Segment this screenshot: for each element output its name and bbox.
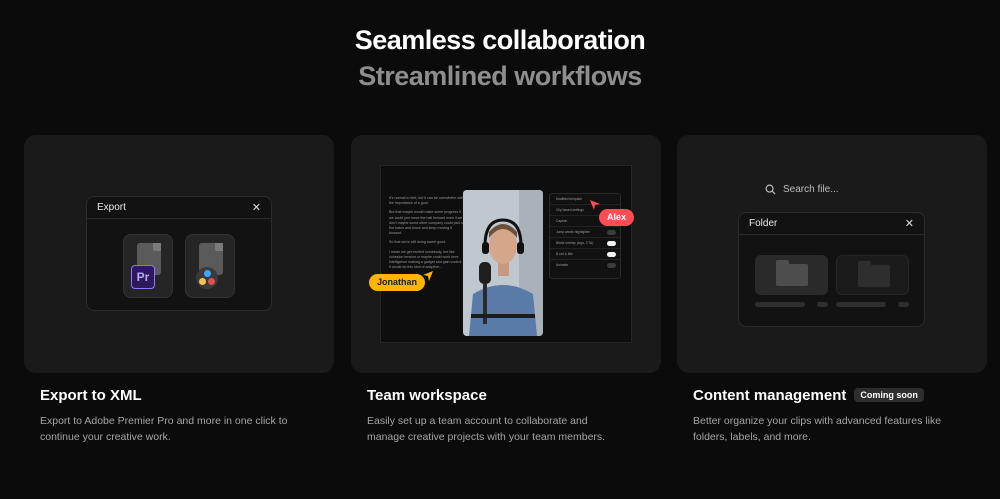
podcaster-image — [463, 190, 543, 336]
settings-row[interactable]: Animate — [550, 260, 620, 271]
cursor-icon — [590, 200, 600, 210]
folder-window: Folder ✕ — [738, 212, 925, 327]
collaborator-tag-jonathan: Jonathan — [369, 274, 426, 291]
settings-row[interactable]: Modified template — [550, 194, 620, 205]
collaborator-tag-alex: Alex — [599, 209, 635, 226]
transcript-paragraph: So that we're still doing sweet good. — [389, 240, 447, 245]
folder-window-title: Folder — [749, 218, 778, 229]
feature-export: Export to XML Export to Adobe Premier Pr… — [40, 385, 350, 445]
search-bar[interactable]: Search file... — [765, 184, 839, 195]
folder-meta-placeholder — [898, 302, 909, 307]
folder-icon — [858, 261, 890, 287]
feature-title: Content management — [693, 386, 847, 404]
feature-description: Easily set up a team account to collabor… — [367, 415, 606, 443]
folder-icon — [776, 260, 808, 286]
export-window: Export ✕ Pr — [86, 196, 272, 311]
transcript: It's normal to feel, but it can be overw… — [389, 196, 465, 274]
transcript-paragraph: It's normal to feel, but it can be overw… — [389, 196, 464, 206]
transcript-paragraph: But that maybe would make some progress … — [389, 210, 465, 236]
folder-label-placeholder — [836, 302, 886, 307]
hero: Seamless collaboration Streamlined workf… — [0, 22, 1000, 94]
toggle[interactable] — [607, 241, 616, 246]
folder-label-placeholder — [755, 302, 805, 307]
export-card: Export ✕ Pr — [24, 135, 334, 373]
feature-team-workspace: Team workspace Easily set up a team acco… — [367, 385, 677, 445]
editor-preview: It's normal to feel, but it can be overw… — [380, 165, 632, 343]
settings-row[interactable]: Jump words highlighter — [550, 227, 620, 238]
transcript-paragraph: I mean we get excited somebody, but like… — [389, 249, 463, 270]
feature-description: Export to Adobe Premier Pro and more in … — [40, 415, 288, 443]
export-window-titlebar: Export ✕ — [87, 197, 271, 219]
folder-tile[interactable] — [836, 255, 909, 295]
search-icon — [765, 184, 776, 195]
settings-panel: Modified template Clip based settings Ca… — [549, 193, 621, 279]
export-window-title: Export — [97, 202, 126, 213]
premiere-export-tile[interactable]: Pr — [123, 234, 173, 298]
feature-title: Team workspace — [367, 386, 487, 404]
toggle[interactable] — [607, 230, 616, 235]
premiere-pro-icon: Pr — [131, 265, 155, 289]
toggle[interactable] — [607, 252, 616, 257]
folder-meta-placeholder — [817, 302, 828, 307]
content-management-card: Search file... Folder ✕ — [677, 135, 987, 373]
feature-description: Better organize your clips with advanced… — [693, 415, 942, 443]
folder-tile[interactable] — [755, 255, 828, 295]
settings-row[interactable]: Blank overlay (logo, CTA) — [550, 238, 620, 249]
davinci-resolve-icon — [196, 267, 218, 289]
hero-subtitle: Streamlined workflows — [358, 61, 642, 91]
davinci-export-tile[interactable] — [185, 234, 235, 298]
feature-title: Export to XML — [40, 386, 142, 404]
team-workspace-card: It's normal to feel, but it can be overw… — [351, 135, 661, 373]
search-placeholder: Search file... — [783, 184, 839, 195]
coming-soon-badge: Coming soon — [854, 388, 924, 402]
settings-row[interactable]: B-roll & title — [550, 249, 620, 260]
video-preview — [463, 190, 543, 336]
folder-window-titlebar: Folder ✕ — [739, 213, 924, 235]
close-icon[interactable]: ✕ — [252, 201, 261, 214]
feature-content-management: Content management Coming soon Better or… — [693, 385, 1000, 445]
toggle[interactable] — [607, 263, 616, 268]
hero-title: Seamless collaboration — [354, 25, 646, 55]
close-icon[interactable]: ✕ — [905, 217, 914, 230]
